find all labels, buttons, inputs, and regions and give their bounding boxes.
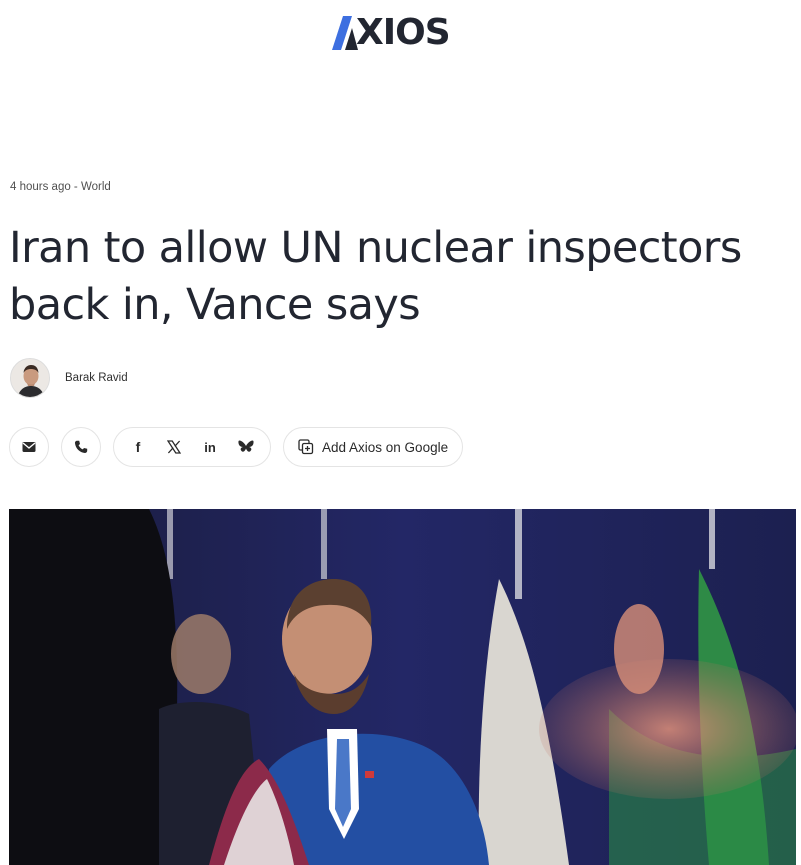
add-axios-on-google-button[interactable]: Add Axios on Google xyxy=(283,427,464,467)
linkedin-icon: in xyxy=(204,439,216,455)
phone-icon xyxy=(74,440,88,454)
bluesky-share-button[interactable] xyxy=(230,431,262,463)
author-avatar[interactable] xyxy=(10,358,50,398)
facebook-share-button[interactable]: f xyxy=(122,431,154,463)
x-icon xyxy=(167,440,181,454)
add-source-icon xyxy=(298,439,314,455)
axios-logo[interactable]: XIOS xyxy=(332,14,474,52)
article-headline: Iran to allow UN nuclear inspectors back… xyxy=(9,223,742,330)
add-axios-on-google-label: Add Axios on Google xyxy=(322,439,449,455)
author-byline[interactable]: Barak Ravid xyxy=(10,358,128,398)
email-share-button[interactable] xyxy=(9,427,49,467)
social-share-group: f in xyxy=(113,427,271,467)
linkedin-share-button[interactable]: in xyxy=(194,431,226,463)
sms-share-button[interactable] xyxy=(61,427,101,467)
author-name[interactable]: Barak Ravid xyxy=(65,372,128,384)
hero-photo-image xyxy=(9,509,796,865)
facebook-icon: f xyxy=(135,439,141,455)
share-toolbar: f in Add Axios on Google xyxy=(9,427,464,467)
email-icon xyxy=(22,442,36,452)
hero-photo[interactable] xyxy=(9,509,796,865)
bluesky-icon xyxy=(238,440,254,452)
axios-logo-text: XIOS xyxy=(356,12,451,53)
axios-logo-mark xyxy=(332,16,358,50)
x-share-button[interactable] xyxy=(158,431,190,463)
article-meta: 4 hours ago - World xyxy=(10,181,111,193)
